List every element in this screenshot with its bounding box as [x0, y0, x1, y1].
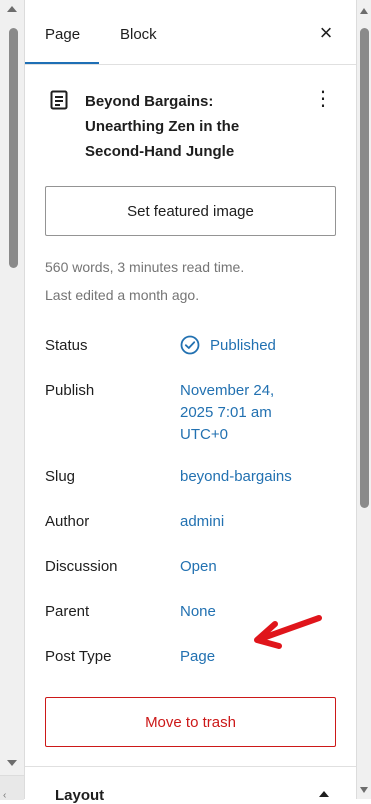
- post-options-icon[interactable]: ⋮: [313, 88, 333, 112]
- set-featured-image-button[interactable]: Set featured image: [45, 186, 336, 236]
- tab-block[interactable]: Block: [120, 0, 157, 64]
- discussion-label: Discussion: [45, 558, 118, 575]
- parent-label: Parent: [45, 603, 90, 620]
- published-check-icon: [180, 335, 200, 355]
- word-count-text: 560 words, 3 minutes read time.: [45, 259, 245, 275]
- slug-label: Slug: [45, 468, 76, 485]
- layout-section-title: Layout: [55, 787, 105, 804]
- author-label: Author: [45, 513, 90, 530]
- left-scroll-down-icon[interactable]: [7, 760, 17, 766]
- discussion-value-button[interactable]: Open: [180, 558, 217, 575]
- move-to-trash-button[interactable]: Move to trash: [45, 697, 336, 747]
- chevron-up-icon[interactable]: [319, 791, 329, 797]
- post-type-label: Post Type: [45, 648, 112, 665]
- right-scrollbar-thumb[interactable]: [360, 28, 369, 508]
- left-scroll-up-icon[interactable]: [7, 6, 17, 12]
- annotation-arrow-icon: [254, 615, 322, 649]
- post-type-value-button[interactable]: Page: [180, 648, 215, 665]
- right-scroll-down-icon[interactable]: [360, 787, 368, 793]
- publish-label: Publish: [45, 382, 95, 399]
- page-document-icon: [50, 90, 68, 110]
- last-edited-text: Last edited a month ago.: [45, 287, 200, 303]
- author-value-button[interactable]: admini: [180, 513, 224, 530]
- left-corner-arrow-icon[interactable]: ‹: [3, 790, 6, 801]
- right-scroll-up-icon[interactable]: [360, 8, 368, 14]
- active-tab-indicator: [25, 62, 99, 64]
- sidebar-tabs: Page Block ×: [25, 0, 356, 65]
- slug-value-button[interactable]: beyond-bargains: [180, 468, 292, 485]
- tab-page[interactable]: Page: [45, 0, 80, 64]
- parent-value-button[interactable]: None: [180, 603, 216, 620]
- status-value-button[interactable]: Published: [210, 337, 276, 354]
- layout-panel-header[interactable]: Layout: [25, 766, 356, 804]
- left-scrollbar-thumb[interactable]: [9, 28, 18, 268]
- publish-date-button[interactable]: November 24, 2025 7:01 am UTC+0: [180, 380, 310, 446]
- settings-sidebar: Page Block × Beyond Bargains: Unearthing…: [25, 0, 356, 804]
- post-title: Beyond Bargains: Unearthing Zen in the S…: [85, 93, 240, 160]
- status-label: Status: [45, 337, 88, 354]
- close-sidebar-button[interactable]: ×: [315, 22, 337, 44]
